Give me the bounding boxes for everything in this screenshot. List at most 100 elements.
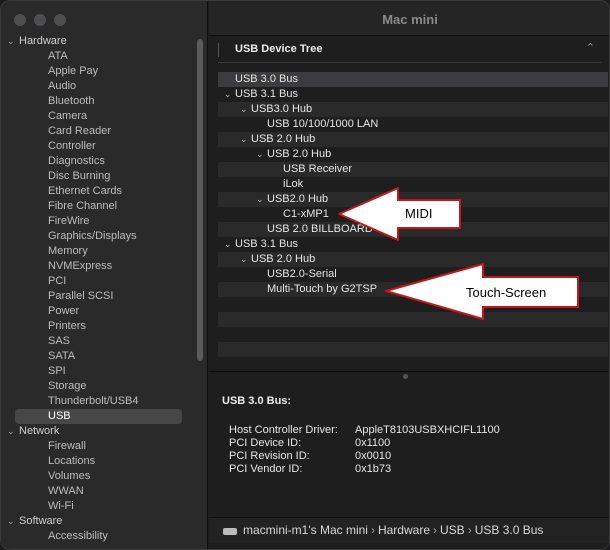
- sidebar-item[interactable]: Disc Burning: [1, 169, 196, 184]
- sidebar-item-label: Thunderbolt/USB4: [48, 395, 139, 407]
- disclosure-chevron-icon[interactable]: ⌄: [224, 87, 232, 102]
- breadcrumb-item[interactable]: USB 3.0 Bus: [475, 523, 544, 537]
- minimize-button[interactable]: [34, 14, 46, 26]
- splitter-handle-icon[interactable]: [403, 374, 408, 379]
- sidebar-item[interactable]: Thunderbolt/USB4: [1, 394, 196, 409]
- sidebar-group[interactable]: ⌄ Hardware: [1, 34, 196, 49]
- sidebar-item-label: Accessibility: [48, 530, 108, 542]
- tree-row[interactable]: USB Receiver: [218, 162, 608, 177]
- disclosure-chevron-icon[interactable]: ⌄: [7, 514, 15, 529]
- sidebar-item[interactable]: Wi-Fi: [1, 499, 196, 514]
- system-information-window: ⌄ Hardware ATA Apple Pay Audio Bluetooth Camer…: [0, 0, 610, 550]
- tree-row-label: USB 2.0 Hub: [267, 148, 332, 160]
- disclosure-chevron-icon[interactable]: ⌄: [224, 237, 232, 252]
- sidebar-scrollbar[interactable]: [197, 39, 203, 361]
- detail-key: Host Controller Driver:: [229, 424, 338, 436]
- sidebar-item-label: Fibre Channel: [48, 200, 118, 212]
- sidebar-item[interactable]: Memory: [1, 244, 196, 259]
- sidebar-item[interactable]: Volumes: [1, 469, 196, 484]
- sidebar-item[interactable]: Apple Pay: [1, 64, 196, 79]
- zoom-button[interactable]: [54, 14, 66, 26]
- tree-row[interactable]: ⌄ USB3.0 Hub: [218, 102, 608, 117]
- sidebar-item-label: Volumes: [48, 470, 91, 482]
- sidebar-item-label: Power: [48, 305, 80, 317]
- breadcrumb-item[interactable]: macmini-m1's Mac mini: [243, 523, 368, 537]
- header-divider: [218, 43, 219, 57]
- detail-value: 0x1b73: [355, 463, 392, 475]
- tree-row[interactable]: ⌄ USB 2.0 Hub: [218, 147, 608, 162]
- sidebar-item-label: Printers: [48, 320, 86, 332]
- detail-value: 0x1100: [355, 437, 391, 449]
- tree-row[interactable]: USB 10/100/1000 LAN: [218, 117, 608, 132]
- sidebar-item[interactable]: Power: [1, 304, 196, 319]
- sidebar-item[interactable]: Audio: [1, 79, 196, 94]
- sidebar-item-label: Graphics/Displays: [48, 230, 137, 242]
- sidebar-item-label: PCI: [48, 275, 67, 287]
- sidebar-item[interactable]: Printers: [1, 319, 196, 334]
- tree-row-label: C1-xMP1: [283, 208, 329, 220]
- sidebar-item[interactable]: SATA: [1, 349, 196, 364]
- sidebar-item[interactable]: Storage: [1, 379, 196, 394]
- sidebar-item-label: Apple Pay: [48, 65, 99, 77]
- tree-row-label: USB2.0-Serial: [267, 268, 337, 280]
- tree-row-label: USB 2.0 Hub: [251, 133, 316, 145]
- sidebar-item[interactable]: Ethernet Cards: [1, 184, 196, 199]
- sidebar-item-label: Audio: [48, 80, 77, 92]
- disclosure-chevron-icon[interactable]: ⌄: [7, 34, 15, 49]
- disclosure-chevron-icon[interactable]: ⌄: [240, 252, 248, 267]
- sidebar-group[interactable]: ⌄ Network: [1, 424, 196, 439]
- sidebar-item[interactable]: WWAN: [1, 484, 196, 499]
- path-bar: macmini-m1's Mac mini › Hardware › USB › USB 3…: [209, 517, 609, 543]
- tree-row-label: USB2.0 Hub: [267, 193, 329, 205]
- sidebar-item-label: Firewall: [48, 440, 86, 452]
- tree-row-label: Multi-Touch by G2TSP: [267, 283, 378, 295]
- sort-chevron-icon[interactable]: ⌃: [586, 41, 595, 54]
- sidebar-item[interactable]: USB: [15, 409, 182, 424]
- tree-row[interactable]: ⌄ USB 2.0 Hub: [218, 132, 608, 147]
- disclosure-chevron-icon[interactable]: ⌄: [256, 192, 264, 207]
- disclosure-chevron-icon[interactable]: ⌄: [240, 132, 248, 147]
- details-panel: USB 3.0 Bus: Host Controller Driver: Appl…: [222, 395, 602, 475]
- tree-row[interactable]: USB 3.0 Bus: [218, 72, 608, 87]
- sidebar-item[interactable]: Accessibility: [1, 529, 196, 544]
- breadcrumb-item[interactable]: USB: [440, 523, 465, 537]
- sidebar-item-label: Software: [19, 515, 63, 527]
- sidebar-list: ⌄ Hardware ATA Apple Pay Audio Bluetooth Camer…: [1, 34, 196, 544]
- disclosure-chevron-icon[interactable]: ⌄: [240, 102, 248, 117]
- disclosure-chevron-icon[interactable]: ⌄: [7, 424, 15, 439]
- sidebar-item[interactable]: Card Reader: [1, 124, 196, 139]
- sidebar-item-label: Ethernet Cards: [48, 185, 122, 197]
- sidebar-item[interactable]: ATA: [1, 49, 196, 64]
- sidebar-item-label: Controller: [48, 140, 96, 152]
- sidebar-item[interactable]: PCI: [1, 274, 196, 289]
- disclosure-chevron-icon[interactable]: ⌄: [256, 147, 264, 162]
- sidebar-item[interactable]: FireWire: [1, 214, 196, 229]
- tree-header[interactable]: USB Device Tree ⌃: [218, 37, 601, 63]
- sidebar-item[interactable]: Locations: [1, 454, 196, 469]
- tree-row-label: iLok: [283, 178, 304, 190]
- sidebar-item-label: Disc Burning: [48, 170, 111, 182]
- sidebar-item[interactable]: Bluetooth: [1, 94, 196, 109]
- tree-row-label: USB 3.1 Bus: [235, 238, 298, 250]
- sidebar-group[interactable]: ⌄ Software: [1, 514, 196, 529]
- breadcrumb-item[interactable]: Hardware: [378, 523, 430, 537]
- tree-row-empty: [218, 327, 608, 342]
- sidebar-item-label: Network: [19, 425, 60, 437]
- sidebar-item[interactable]: SPI: [1, 364, 196, 379]
- sidebar-item[interactable]: SAS: [1, 334, 196, 349]
- sidebar-item-label: SATA: [48, 350, 76, 362]
- sidebar-item-label: Memory: [48, 245, 88, 257]
- sidebar-item[interactable]: Parallel SCSI: [1, 289, 196, 304]
- sidebar-item[interactable]: Graphics/Displays: [1, 229, 196, 244]
- sidebar-item[interactable]: NVMExpress: [1, 259, 196, 274]
- sidebar-item[interactable]: Diagnostics: [1, 154, 196, 169]
- tree-row-label: USB 3.1 Bus: [235, 88, 298, 100]
- computer-icon: [223, 528, 237, 535]
- sidebar-item[interactable]: Controller: [1, 139, 196, 154]
- close-button[interactable]: [14, 14, 26, 26]
- sidebar-item[interactable]: Firewall: [1, 439, 196, 454]
- sidebar-item[interactable]: Fibre Channel: [1, 199, 196, 214]
- sidebar-item[interactable]: Camera: [1, 109, 196, 124]
- pane-splitter[interactable]: [209, 371, 609, 379]
- tree-row[interactable]: ⌄ USB 3.1 Bus: [218, 87, 608, 102]
